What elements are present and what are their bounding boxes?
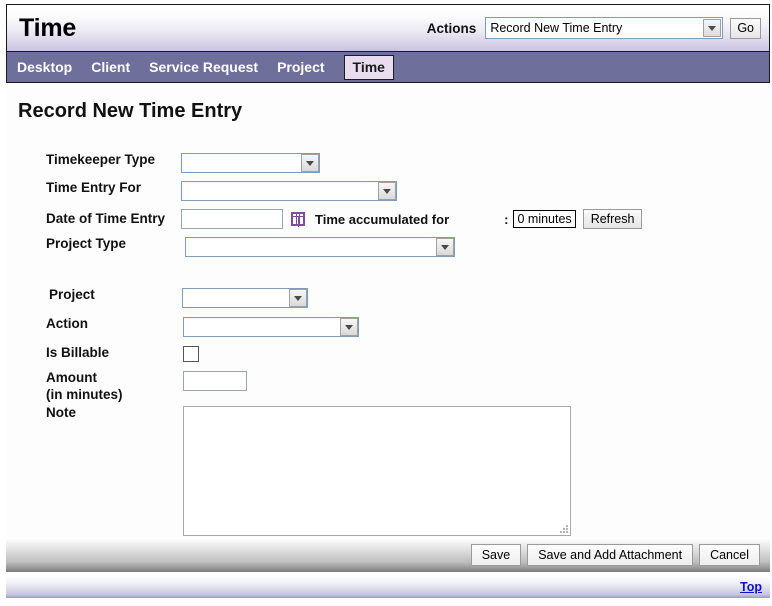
row-date-of-time-entry: Date of Time Entry Time accumulated for …: [6, 209, 770, 229]
accumulated-minutes-value: 0 minutes: [513, 210, 576, 228]
timekeeper-type-select[interactable]: [181, 153, 320, 173]
field-action: [181, 317, 770, 337]
label-is-billable: Is Billable: [46, 345, 110, 360]
calendar-icon[interactable]: [291, 212, 305, 226]
label-time-entry-for: Time Entry For: [46, 180, 142, 195]
refresh-button[interactable]: Refresh: [582, 209, 643, 229]
chevron-down-icon[interactable]: [301, 154, 319, 172]
nav-item-client[interactable]: Client: [91, 60, 130, 74]
form-heading: Record New Time Entry: [18, 100, 243, 122]
nav-item-time[interactable]: Time: [343, 54, 394, 80]
label-timekeeper-type: Timekeeper Type: [46, 152, 156, 167]
nav-item-service-request[interactable]: Service Request: [149, 60, 258, 74]
amount-input[interactable]: [183, 371, 247, 391]
label-amount: Amount (in minutes): [6, 371, 181, 402]
row-is-billable: Is Billable: [6, 346, 770, 362]
field-time-entry-for: [181, 181, 770, 201]
action-select[interactable]: [183, 317, 359, 337]
app-window: Time Actions Record New Time Entry Go De…: [0, 0, 772, 606]
field-is-billable: [181, 346, 770, 362]
accumulated-separator: :: [504, 211, 509, 227]
chevron-down-icon[interactable]: [378, 182, 396, 200]
field-amount: [181, 371, 770, 391]
label-amount-line2: (in minutes): [46, 387, 123, 402]
actions-dropdown[interactable]: Record New Time Entry: [485, 17, 724, 39]
nav-item-desktop[interactable]: Desktop: [17, 60, 72, 74]
row-project: Project: [6, 288, 770, 308]
project-select[interactable]: [182, 288, 308, 308]
note-textarea[interactable]: [183, 406, 571, 536]
go-button[interactable]: Go: [730, 17, 761, 39]
row-project-type: Project Type: [6, 237, 770, 257]
field-timekeeper-type: [181, 153, 770, 173]
label-note: Note: [46, 405, 76, 420]
chevron-down-icon[interactable]: [436, 238, 454, 256]
footer-bar: Top: [6, 576, 770, 598]
save-button[interactable]: Save: [470, 544, 522, 566]
label-date-of-time-entry: Date of Time Entry: [46, 211, 166, 226]
row-time-entry-for: Time Entry For: [6, 181, 770, 201]
page-title: Time: [19, 13, 77, 42]
top-link[interactable]: Top: [740, 580, 762, 594]
form-action-bar: Save Save and Add Attachment Cancel: [6, 538, 770, 572]
field-date-of-time-entry: Time accumulated for : 0 minutes Refresh: [181, 209, 770, 229]
nav-item-project[interactable]: Project: [277, 60, 324, 74]
project-type-select[interactable]: [185, 237, 455, 257]
content-area: Record New Time Entry Timekeeper Type Ti…: [6, 83, 770, 538]
row-action: Action: [6, 317, 770, 337]
row-amount: Amount (in minutes): [6, 371, 770, 402]
resize-handle-icon[interactable]: [559, 524, 568, 533]
row-note: Note: [6, 406, 770, 536]
is-billable-checkbox[interactable]: [183, 346, 199, 362]
label-amount-line1: Amount: [46, 370, 97, 385]
actions-area: Actions Record New Time Entry Go: [427, 17, 761, 39]
row-timekeeper-type: Timekeeper Type: [6, 153, 770, 173]
chevron-down-icon[interactable]: [703, 19, 722, 37]
label-project-type: Project Type: [46, 236, 127, 251]
cancel-button[interactable]: Cancel: [699, 544, 760, 566]
actions-label: Actions: [426, 20, 477, 36]
time-entry-form: Timekeeper Type Time Entry For Date of T…: [6, 153, 770, 536]
main-navigation: Desktop Client Service Request Project T…: [6, 51, 770, 83]
chevron-down-icon[interactable]: [340, 318, 358, 336]
time-accumulated-label: Time accumulated for: [315, 211, 450, 227]
date-of-time-entry-input[interactable]: [181, 209, 283, 229]
field-project: [181, 288, 770, 308]
field-note: [181, 406, 770, 536]
title-bar: Time Actions Record New Time Entry Go: [6, 4, 770, 51]
time-entry-for-select[interactable]: [181, 181, 397, 201]
chevron-down-icon[interactable]: [289, 289, 307, 307]
label-action: Action: [46, 316, 88, 331]
field-project-type: [181, 237, 770, 257]
actions-dropdown-value: Record New Time Entry: [490, 21, 623, 35]
save-and-add-attachment-button[interactable]: Save and Add Attachment: [527, 544, 694, 566]
label-project: Project: [49, 287, 95, 302]
